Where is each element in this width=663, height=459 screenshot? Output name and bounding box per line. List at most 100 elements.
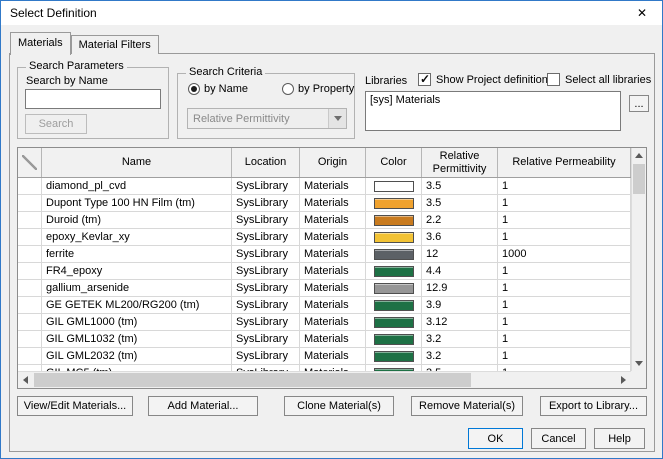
- search-button[interactable]: Search: [25, 114, 87, 134]
- show-project-definitions-checkbox[interactable]: Show Project definitions: [418, 72, 553, 86]
- row-gutter-cell: [18, 331, 42, 347]
- table-row[interactable]: GIL GML1000 (tm) SysLibrary Materials 3.…: [18, 314, 631, 331]
- property-select-value: Relative Permittivity: [193, 112, 290, 125]
- table-row[interactable]: GIL GML1032 (tm) SysLibrary Materials 3.…: [18, 331, 631, 348]
- horizontal-scrollbar[interactable]: [18, 371, 631, 388]
- color-swatch: [373, 350, 414, 362]
- scroll-up-icon: [635, 153, 643, 158]
- cell-location: SysLibrary: [232, 195, 300, 211]
- property-select[interactable]: Relative Permittivity: [187, 108, 347, 129]
- header-relative-permeability[interactable]: Relative Permeability: [498, 148, 631, 177]
- cell-location: SysLibrary: [232, 178, 300, 194]
- library-list-item[interactable]: [sys] Materials: [366, 92, 620, 108]
- by-property-radio[interactable]: [282, 83, 295, 95]
- by-name-radio[interactable]: [188, 83, 200, 95]
- checkbox-icon: [418, 72, 431, 86]
- materials-table-body: diamond_pl_cvd SysLibrary Materials 3.5 …: [18, 178, 631, 371]
- property-select-arrow[interactable]: [328, 109, 346, 128]
- cell-color: [366, 229, 422, 245]
- tab-materials[interactable]: Materials: [10, 32, 71, 55]
- scroll-down-icon: [635, 361, 643, 366]
- cell-relative-permittivity: 12.9: [422, 280, 498, 296]
- cell-color: [366, 212, 422, 228]
- search-criteria-label: Search Criteria: [186, 66, 266, 78]
- cancel-button[interactable]: Cancel: [531, 428, 586, 449]
- browse-libraries-button[interactable]: ...: [629, 95, 649, 112]
- libraries-label: Libraries: [365, 75, 408, 87]
- cell-relative-permeability: 1000: [498, 246, 631, 262]
- search-parameters-group: Search Parameters Search by Name Search: [17, 60, 169, 139]
- cell-name: epoxy_Kevlar_xy: [42, 229, 232, 245]
- select-all-libraries-checkbox[interactable]: Select all libraries: [547, 73, 651, 86]
- table-row[interactable]: gallium_arsenide SysLibrary Materials 12…: [18, 280, 631, 297]
- ok-button[interactable]: OK: [468, 428, 523, 449]
- materials-table: Name Location Origin Color Relative Perm…: [17, 147, 647, 389]
- color-swatch: [373, 333, 414, 345]
- scroll-down-button[interactable]: [632, 356, 646, 371]
- horizontal-scroll-thumb[interactable]: [34, 373, 471, 387]
- cell-name: Duroid (tm): [42, 212, 232, 228]
- cell-relative-permeability: 1: [498, 229, 631, 245]
- cell-relative-permittivity: 3.9: [422, 297, 498, 313]
- help-button[interactable]: Help: [594, 428, 645, 449]
- close-button[interactable]: ✕: [622, 1, 662, 25]
- table-row[interactable]: FR4_epoxy SysLibrary Materials 4.4 1: [18, 263, 631, 280]
- cell-relative-permittivity: 3.5: [422, 195, 498, 211]
- cell-origin: Materials: [300, 246, 366, 262]
- row-gutter-cell: [18, 195, 42, 211]
- sort-header-cell[interactable]: [18, 148, 42, 177]
- row-gutter-cell: [18, 348, 42, 364]
- scroll-up-button[interactable]: [632, 148, 646, 163]
- add-material-button[interactable]: Add Material...: [148, 396, 258, 416]
- row-gutter-cell: [18, 297, 42, 313]
- search-by-name-input[interactable]: [25, 89, 161, 109]
- by-property-label[interactable]: by Property: [298, 83, 354, 95]
- table-row[interactable]: Duroid (tm) SysLibrary Materials 2.2 1: [18, 212, 631, 229]
- cell-location: SysLibrary: [232, 229, 300, 245]
- header-origin[interactable]: Origin: [300, 148, 366, 177]
- libraries-list[interactable]: [sys] Materials: [365, 91, 621, 131]
- cell-name: diamond_pl_cvd: [42, 178, 232, 194]
- table-row[interactable]: Dupont Type 100 HN Film (tm) SysLibrary …: [18, 195, 631, 212]
- table-row[interactable]: epoxy_Kevlar_xy SysLibrary Materials 3.6…: [18, 229, 631, 246]
- cell-relative-permeability: 1: [498, 331, 631, 347]
- header-location[interactable]: Location: [232, 148, 300, 177]
- tab-material-filters[interactable]: Material Filters: [70, 35, 159, 54]
- cell-relative-permittivity: 3.2: [422, 331, 498, 347]
- row-gutter-cell: [18, 263, 42, 279]
- scroll-right-button[interactable]: [616, 372, 631, 388]
- clone-material-button[interactable]: Clone Material(s): [284, 396, 394, 416]
- table-row[interactable]: ferrite SysLibrary Materials 12 1000: [18, 246, 631, 263]
- header-relative-permittivity[interactable]: Relative Permittivity: [422, 148, 498, 177]
- cell-relative-permittivity: 4.4: [422, 263, 498, 279]
- row-gutter-cell: [18, 280, 42, 296]
- export-to-library-button[interactable]: Export to Library...: [540, 396, 647, 416]
- search-by-name-label: Search by Name: [26, 75, 108, 87]
- tab-strip: Materials Material Filters: [10, 31, 159, 55]
- color-swatch: [373, 299, 414, 311]
- remove-material-button[interactable]: Remove Material(s): [411, 396, 523, 416]
- cell-name: GIL GML1000 (tm): [42, 314, 232, 330]
- table-row[interactable]: GIL GML2032 (tm) SysLibrary Materials 3.…: [18, 348, 631, 365]
- vertical-scroll-thumb[interactable]: [633, 164, 645, 194]
- color-swatch: [373, 197, 414, 209]
- cell-location: SysLibrary: [232, 246, 300, 262]
- header-color[interactable]: Color: [366, 148, 422, 177]
- window-title: Select Definition: [10, 6, 97, 20]
- cell-relative-permeability: 1: [498, 263, 631, 279]
- header-name[interactable]: Name: [42, 148, 232, 177]
- table-row[interactable]: diamond_pl_cvd SysLibrary Materials 3.5 …: [18, 178, 631, 195]
- row-gutter-cell: [18, 178, 42, 194]
- row-gutter-cell: [18, 246, 42, 262]
- by-name-label[interactable]: by Name: [204, 83, 248, 95]
- cell-relative-permeability: 1: [498, 280, 631, 296]
- vertical-scrollbar[interactable]: [631, 148, 646, 371]
- view-edit-materials-button[interactable]: View/Edit Materials...: [17, 396, 133, 416]
- cell-relative-permittivity: 3.5: [422, 178, 498, 194]
- table-row[interactable]: GE GETEK ML200/RG200 (tm) SysLibrary Mat…: [18, 297, 631, 314]
- cell-origin: Materials: [300, 178, 366, 194]
- cell-relative-permittivity: 3.12: [422, 314, 498, 330]
- cell-location: SysLibrary: [232, 297, 300, 313]
- scroll-left-button[interactable]: [18, 372, 33, 388]
- search-criteria-group: Search Criteria by Name by Property Rela…: [177, 66, 355, 139]
